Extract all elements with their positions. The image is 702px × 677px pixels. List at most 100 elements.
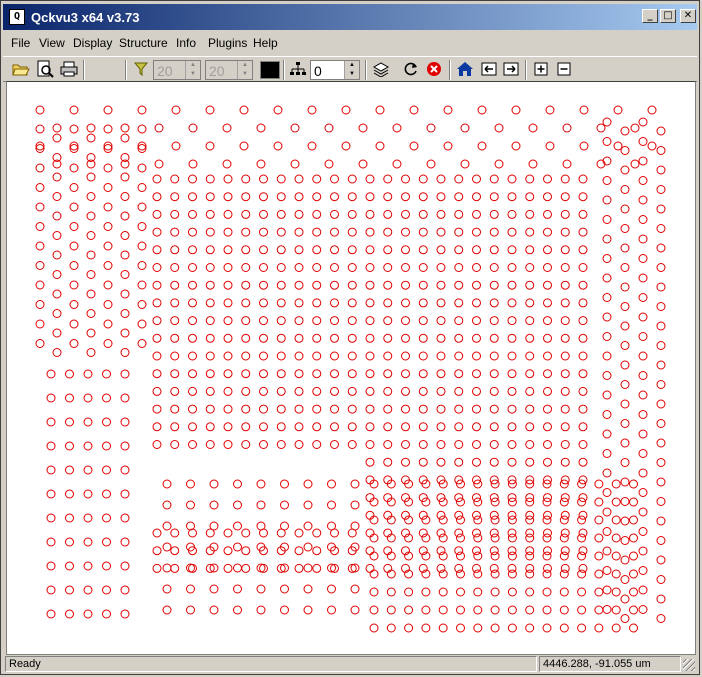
open-folder-icon[interactable] (11, 60, 31, 78)
spin2-arrows[interactable]: ▲ ▼ (237, 61, 252, 79)
home-icon[interactable] (455, 60, 475, 78)
pad-marker (294, 563, 304, 573)
layout-canvas[interactable] (6, 81, 696, 655)
pad-marker (401, 192, 410, 202)
menu-help[interactable]: Help (253, 36, 278, 50)
pad-marker (629, 605, 638, 615)
pad-marker (560, 457, 570, 467)
pad-marker (630, 159, 640, 169)
pad-marker (65, 465, 74, 475)
pad-marker (209, 521, 219, 531)
pad-marker (559, 515, 569, 525)
menu-file[interactable]: File (11, 36, 30, 50)
pad-marker (559, 497, 569, 507)
pad-marker (401, 404, 410, 414)
filter-icon[interactable] (131, 60, 151, 78)
pad-marker (294, 280, 304, 290)
pad-marker (528, 159, 538, 169)
pad-marker (152, 280, 162, 290)
pad-marker (386, 587, 396, 597)
pad-marker (365, 192, 375, 202)
pad-marker (152, 174, 162, 184)
pad-marker (35, 241, 45, 251)
pad-marker (294, 351, 304, 361)
pad-marker (52, 133, 62, 143)
layers-icon[interactable] (371, 60, 391, 78)
pad-marker (436, 192, 446, 202)
pad-marker (489, 192, 499, 202)
pad-marker (418, 333, 428, 343)
pad-marker (233, 479, 242, 489)
pad-marker (401, 209, 410, 219)
pad-marker (162, 479, 172, 489)
pad-marker (294, 245, 304, 255)
pad-marker (369, 551, 379, 561)
pad-marker (611, 623, 621, 633)
minimize-button[interactable]: _ (642, 9, 658, 23)
pad-marker (560, 369, 570, 379)
pad-marker (383, 209, 393, 219)
title-bar[interactable]: Q Qckvu3 x64 v3.73 _ □ ✕ (3, 4, 697, 30)
menu-view[interactable]: View (39, 36, 65, 50)
pad-marker (188, 351, 197, 361)
pad-marker (525, 369, 535, 379)
arrow-right-icon[interactable] (501, 60, 521, 78)
pad-marker (35, 124, 45, 134)
spin-threshold-2[interactable]: 20 ▲ ▼ (205, 60, 253, 80)
spin-threshold-1[interactable]: 20 ▲ ▼ (153, 60, 201, 80)
resize-grip[interactable] (683, 659, 695, 671)
pad-marker (543, 298, 552, 308)
pad-marker (472, 440, 481, 449)
pad-marker (392, 123, 402, 133)
pad-marker (312, 369, 322, 379)
pad-marker (137, 241, 147, 251)
color-swatch[interactable] (260, 61, 280, 79)
pad-marker (65, 585, 74, 595)
menu-info[interactable]: Info (176, 36, 196, 50)
pad-marker (454, 351, 464, 361)
pad-marker (65, 489, 74, 499)
pad-marker (602, 566, 612, 575)
print-icon[interactable] (59, 60, 79, 78)
pad-marker (560, 351, 570, 361)
pad-marker (170, 386, 180, 396)
pad-marker (137, 183, 147, 192)
pad-marker (330, 316, 339, 326)
pad-marker (436, 245, 446, 255)
maximize-button[interactable]: □ (660, 9, 676, 23)
minus-icon[interactable] (554, 60, 574, 78)
pad-marker (418, 174, 428, 184)
menu-plugins[interactable]: Plugins (208, 36, 247, 50)
q-icon[interactable]: Q (9, 9, 25, 25)
menu-structure[interactable]: Structure (119, 36, 168, 50)
print-preview-icon[interactable] (35, 60, 55, 78)
pad-marker (86, 289, 96, 299)
pad-marker (188, 404, 197, 414)
pad-marker (223, 298, 233, 308)
depth-spin[interactable]: 0 ▲ ▼ (310, 60, 360, 80)
pad-marker (170, 563, 180, 573)
pad-marker (312, 245, 322, 255)
pad-map[interactable] (7, 82, 695, 654)
pad-marker (162, 563, 172, 573)
pad-marker (350, 521, 360, 531)
pad-marker (525, 569, 535, 579)
hierarchy-icon[interactable] (288, 60, 308, 78)
pad-marker (241, 440, 251, 449)
pad-marker (560, 440, 570, 449)
pad-marker (638, 215, 648, 224)
pad-marker (507, 457, 517, 467)
depth-arrows[interactable]: ▲ ▼ (344, 61, 359, 79)
pad-marker (383, 280, 393, 290)
pad-marker (223, 209, 233, 219)
refresh-icon[interactable] (401, 60, 421, 78)
menu-display[interactable]: Display (73, 36, 112, 50)
pad-marker (602, 371, 612, 380)
spin1-arrows[interactable]: ▲ ▼ (185, 61, 200, 79)
plus-icon[interactable] (531, 60, 551, 78)
arrow-left-icon[interactable] (479, 60, 499, 78)
pad-marker (602, 449, 612, 458)
close-button[interactable]: ✕ (680, 9, 696, 23)
pad-marker (152, 351, 162, 361)
stop-icon[interactable] (424, 60, 444, 78)
